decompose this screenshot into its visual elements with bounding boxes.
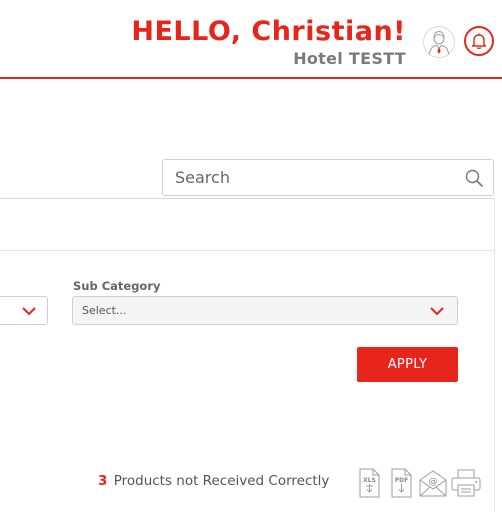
sub-category-value: Select...: [82, 304, 127, 317]
xls-label: XLS: [363, 477, 376, 484]
pdf-export-icon: PDF: [391, 468, 412, 498]
email-label: @: [429, 477, 438, 487]
notification-button[interactable]: [464, 26, 494, 56]
user-avatar-icon[interactable]: [423, 26, 455, 58]
search-input[interactable]: [163, 160, 453, 195]
panel-divider: [0, 250, 494, 251]
search-box: [162, 159, 494, 196]
email-button[interactable]: @: [418, 467, 448, 499]
pdf-label: PDF: [395, 477, 408, 484]
print-button[interactable]: [450, 467, 482, 499]
xls-export-button[interactable]: XLS: [355, 467, 383, 499]
search-icon[interactable]: [464, 168, 484, 188]
status-count: 3: [98, 473, 108, 489]
status-message: 3 Products not Received Correctly: [98, 473, 329, 489]
print-icon: [451, 469, 481, 497]
greeting-block: HELLO, Christian! Hotel TESTT: [131, 16, 406, 70]
pdf-export-button[interactable]: PDF: [387, 467, 415, 499]
chevron-down-icon: [430, 307, 444, 316]
content-divider: [0, 198, 494, 199]
bell-icon: [471, 33, 487, 50]
user-avatar-svg: [429, 30, 449, 55]
hotel-name: Hotel TESTT: [293, 49, 406, 68]
category-select[interactable]: [0, 296, 48, 325]
xls-export-icon: XLS: [359, 468, 380, 498]
chevron-down-icon: [22, 307, 36, 316]
scrollbar-track[interactable]: [494, 198, 495, 512]
apply-button[interactable]: APPLY: [357, 347, 458, 382]
status-text: Products not Received Correctly: [113, 473, 330, 489]
email-icon: @: [419, 470, 447, 497]
sub-category-select[interactable]: Select...: [72, 296, 458, 325]
sub-category-label: Sub Category: [73, 279, 161, 293]
greeting-title: HELLO, Christian!: [131, 16, 406, 47]
app-header: HELLO, Christian! Hotel TESTT: [0, 0, 502, 79]
